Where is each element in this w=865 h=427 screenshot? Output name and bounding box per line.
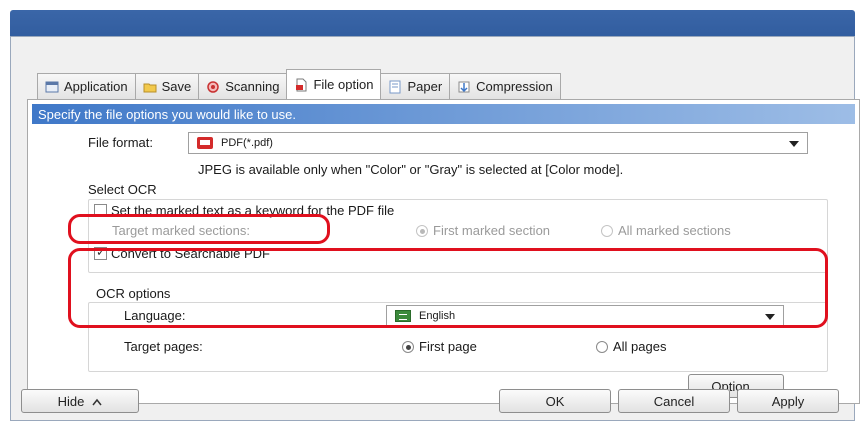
tab-label: Scanning <box>225 79 280 94</box>
tab-label: Compression <box>476 79 553 94</box>
first-marked-section-radio[interactable]: First marked section <box>416 223 550 238</box>
file-icon <box>294 78 308 92</box>
tab-label: Save <box>161 79 192 94</box>
tab-file-option[interactable]: File option <box>286 69 382 99</box>
tab-save[interactable]: Save <box>134 73 200 99</box>
convert-checkbox-label: Convert to Searchable PDF <box>111 246 270 261</box>
language-icon <box>395 310 411 322</box>
folder-icon <box>143 80 157 94</box>
convert-searchable-pdf-checkbox[interactable]: Convert to Searchable PDF <box>94 245 270 261</box>
all-marked-sections-radio[interactable]: All marked sections <box>601 223 731 238</box>
all-marked-sections-label: All marked sections <box>618 223 731 238</box>
all-pages-label: All pages <box>613 339 667 354</box>
tab-application[interactable]: Application <box>37 73 136 99</box>
tab-label: File option <box>313 77 374 92</box>
compression-icon <box>457 80 471 94</box>
paper-icon <box>388 80 402 94</box>
file-format-note: JPEG is available only when "Color" or "… <box>198 162 624 177</box>
keyword-checkbox[interactable]: Set the marked text as a keyword for the… <box>94 203 394 218</box>
all-pages-radio[interactable]: All pages <box>596 339 666 354</box>
select-ocr-title: Select OCR <box>88 182 157 197</box>
language-select[interactable]: English <box>386 305 784 327</box>
application-icon <box>45 80 59 94</box>
hide-button[interactable]: Hide <box>21 389 139 413</box>
chevron-up-icon <box>92 394 102 409</box>
apply-button[interactable]: Apply <box>737 389 839 413</box>
tab-label: Application <box>64 79 128 94</box>
first-marked-section-label: First marked section <box>433 223 551 238</box>
scanning-icon <box>206 80 220 94</box>
dropdown-arrow-icon <box>765 314 775 320</box>
ocr-options-title: OCR options <box>96 286 171 301</box>
file-option-panel: Specify the file options you would like … <box>27 99 860 404</box>
hide-button-label: Hide <box>57 393 85 409</box>
keyword-checkbox-label: Set the marked text as a keyword for the… <box>111 203 395 218</box>
file-format-select[interactable]: PDF(*.pdf) <box>188 132 808 154</box>
radio-dot[interactable] <box>601 224 613 237</box>
first-page-label: First page <box>419 339 477 354</box>
language-value: English <box>419 310 456 322</box>
tab-scanning[interactable]: Scanning <box>198 73 288 99</box>
tab-compression[interactable]: Compression <box>449 73 561 99</box>
radio-dot[interactable] <box>596 340 608 353</box>
tab-bar: Application Save Scanning File option Pa… <box>37 69 561 99</box>
target-marked-label: Target marked sections: <box>112 223 251 238</box>
tab-label: Paper <box>407 79 443 94</box>
cancel-button[interactable]: Cancel <box>618 389 730 413</box>
tab-paper[interactable]: Paper <box>380 73 451 99</box>
convert-checkbox-box[interactable] <box>94 245 107 260</box>
dropdown-arrow-icon <box>789 141 799 147</box>
file-format-label: File format: <box>88 135 154 150</box>
radio-dot[interactable] <box>416 224 428 237</box>
pdf-icon <box>197 137 213 149</box>
ok-button[interactable]: OK <box>499 389 611 413</box>
first-page-radio[interactable]: First page <box>402 339 477 354</box>
panel-banner: Specify the file options you would like … <box>32 104 855 124</box>
dialog-window: Application Save Scanning File option Pa… <box>10 36 860 421</box>
language-label: Language: <box>124 308 186 323</box>
radio-dot[interactable] <box>402 340 414 353</box>
file-format-value: PDF(*.pdf) <box>221 137 273 149</box>
keyword-checkbox-box[interactable] <box>94 204 107 217</box>
target-pages-label: Target pages: <box>124 339 203 354</box>
